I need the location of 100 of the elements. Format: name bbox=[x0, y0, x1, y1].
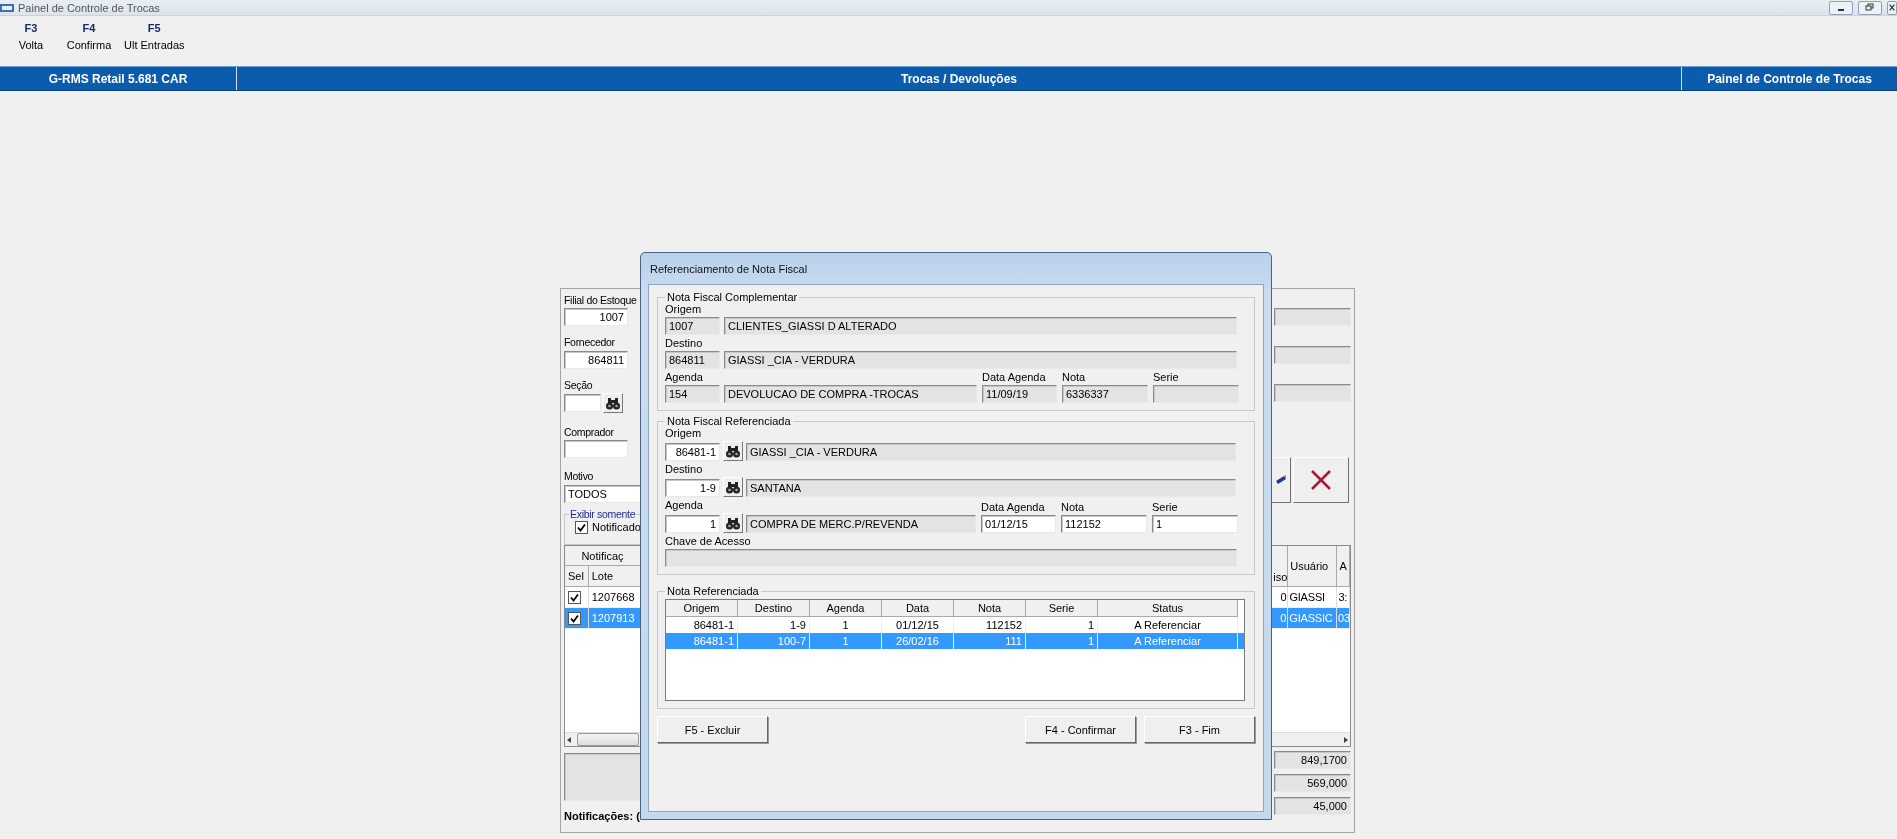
input-field[interactable] bbox=[564, 394, 601, 412]
column-header: Lote bbox=[588, 566, 641, 587]
code-field[interactable]: 1-9 bbox=[665, 479, 720, 497]
close-icon bbox=[1888, 3, 1896, 12]
select-field[interactable]: TODOS bbox=[564, 484, 641, 503]
table-cell: GIASSI bbox=[1288, 587, 1338, 607]
pen-icon bbox=[1275, 473, 1286, 487]
field-label: Filial do Estoque bbox=[564, 294, 638, 307]
field-label: Serie bbox=[1153, 371, 1180, 385]
column-header: Status bbox=[1098, 600, 1238, 617]
input-field[interactable]: 1 bbox=[1152, 515, 1238, 533]
toolbar-button[interactable]: F4 Confirma bbox=[60, 22, 118, 66]
field-label: Chave de Acesso bbox=[665, 535, 752, 549]
checkbox-label: Notificado bbox=[592, 521, 641, 534]
toolbar-button[interactable]: F3 Volta bbox=[2, 22, 60, 66]
table-cell: 111 bbox=[954, 633, 1026, 649]
table-cell: A Referenciar bbox=[1098, 633, 1238, 649]
module-title: Trocas / Devoluções bbox=[900, 71, 1018, 86]
column-header: Sel bbox=[565, 566, 589, 587]
readonly-field: COMPRA DE MERC.P/REVENDA bbox=[746, 515, 976, 533]
binoculars-icon bbox=[605, 396, 621, 410]
field-label: Origem bbox=[665, 303, 703, 317]
input-field[interactable]: 01/12/15 bbox=[981, 515, 1056, 533]
checkbox[interactable] bbox=[568, 590, 581, 604]
binoculars-icon bbox=[725, 516, 741, 530]
total-field: 569,000 bbox=[1274, 774, 1351, 792]
readonly-field: SANTANA bbox=[746, 479, 1236, 497]
readonly-field: 1007 bbox=[665, 317, 720, 335]
input-field[interactable]: 112152 bbox=[1061, 515, 1147, 533]
checkbox[interactable] bbox=[575, 520, 588, 534]
column-header: Data bbox=[882, 600, 954, 617]
code-field[interactable]: 1 bbox=[665, 515, 720, 533]
check-icon bbox=[570, 592, 579, 602]
input-field[interactable]: 864811 bbox=[564, 350, 628, 369]
column-header: Notificaç bbox=[581, 549, 624, 562]
group-title: Nota Fiscal Referenciada bbox=[666, 415, 792, 427]
total-field: 45,000 bbox=[1274, 797, 1351, 815]
table-cell: 86481-1 bbox=[666, 633, 738, 649]
table-cell: 1 bbox=[1026, 633, 1098, 649]
column-header: Destino bbox=[738, 600, 810, 617]
code-field[interactable]: 86481-1 bbox=[665, 443, 720, 461]
lookup-button[interactable] bbox=[723, 441, 743, 461]
cancel-button[interactable] bbox=[1293, 457, 1349, 503]
input-field[interactable]: 1007 bbox=[564, 308, 628, 327]
field-label: Fornecedor bbox=[564, 336, 616, 349]
arrow-right-icon bbox=[1342, 735, 1350, 744]
check-icon bbox=[570, 613, 579, 623]
screen-title: Painel de Controle de Trocas bbox=[1707, 71, 1872, 86]
scrollbar[interactable] bbox=[1271, 732, 1350, 746]
field-label: Motivo bbox=[564, 470, 595, 483]
lookup-button[interactable] bbox=[603, 393, 623, 413]
table-cell: 1 bbox=[810, 633, 882, 649]
column-header: Origem bbox=[666, 600, 738, 617]
app-logo-icon bbox=[0, 2, 14, 13]
field-label: Data Agenda bbox=[982, 371, 1047, 385]
readonly-field: DEVOLUCAO DE COMPRA -TROCAS bbox=[724, 385, 977, 403]
field-label: Data Agenda bbox=[981, 501, 1046, 515]
table-cell: GIASSIC bbox=[1288, 608, 1337, 628]
readonly-field: CLIENTES_GIASSI D ALTERADO bbox=[724, 317, 1237, 335]
check-icon bbox=[577, 522, 586, 532]
field-label: Destino bbox=[665, 463, 704, 477]
column-header: Nota bbox=[954, 600, 1026, 617]
window-title: Painel de Controle de Trocas bbox=[18, 1, 160, 14]
field-label: Nota bbox=[1061, 501, 1086, 515]
edit-button[interactable] bbox=[1271, 457, 1291, 503]
field-label: Comprador bbox=[564, 426, 615, 439]
restore-icon bbox=[1865, 3, 1875, 12]
lookup-button[interactable] bbox=[723, 477, 743, 497]
total-field: 849,1700 bbox=[1274, 751, 1351, 769]
minimize-button[interactable] bbox=[1829, 0, 1853, 15]
binoculars-icon bbox=[725, 480, 741, 494]
field-label: Nota bbox=[1062, 371, 1087, 385]
dialog-title: Referenciamento de Nota Fiscal bbox=[649, 261, 809, 277]
delete-button[interactable]: F5 - Excluir bbox=[657, 716, 768, 743]
confirm-button[interactable]: F4 - Confirmar bbox=[1025, 716, 1136, 743]
readonly-field: 11/09/19 bbox=[982, 385, 1057, 403]
toolbar-button[interactable]: F5 Ult Entradas bbox=[118, 22, 191, 66]
lookup-button[interactable] bbox=[723, 513, 743, 533]
summary-label: Notificações: ( bbox=[564, 810, 641, 822]
column-header: Usuário bbox=[1288, 546, 1338, 587]
checkbox[interactable] bbox=[568, 611, 581, 625]
field-label: Agenda bbox=[665, 499, 704, 513]
group-title: Nota Fiscal Complementar bbox=[666, 291, 799, 303]
cross-icon bbox=[1310, 470, 1332, 490]
readonly-field: 864811 bbox=[665, 351, 720, 369]
restore-button[interactable] bbox=[1858, 0, 1882, 15]
field-label: Serie bbox=[1152, 501, 1179, 515]
product-name: G-RMS Retail 5.681 CAR bbox=[48, 71, 188, 86]
table-cell: 26/02/16 bbox=[882, 633, 954, 649]
readonly-field: 154 bbox=[665, 385, 720, 403]
scrollbar[interactable] bbox=[565, 732, 641, 746]
scroll-thumb[interactable] bbox=[577, 733, 639, 746]
readonly-field: GIASSI _CIA - VERDURA bbox=[746, 443, 1236, 461]
input-field[interactable] bbox=[564, 440, 628, 459]
finish-button[interactable]: F3 - Fim bbox=[1144, 716, 1255, 743]
field-label: Seção bbox=[564, 378, 594, 391]
table-cell: 3: bbox=[1337, 587, 1350, 607]
field-label: Agenda bbox=[665, 371, 704, 385]
close-button[interactable] bbox=[1887, 0, 1897, 15]
group-title: Nota Referenciada bbox=[666, 585, 760, 597]
